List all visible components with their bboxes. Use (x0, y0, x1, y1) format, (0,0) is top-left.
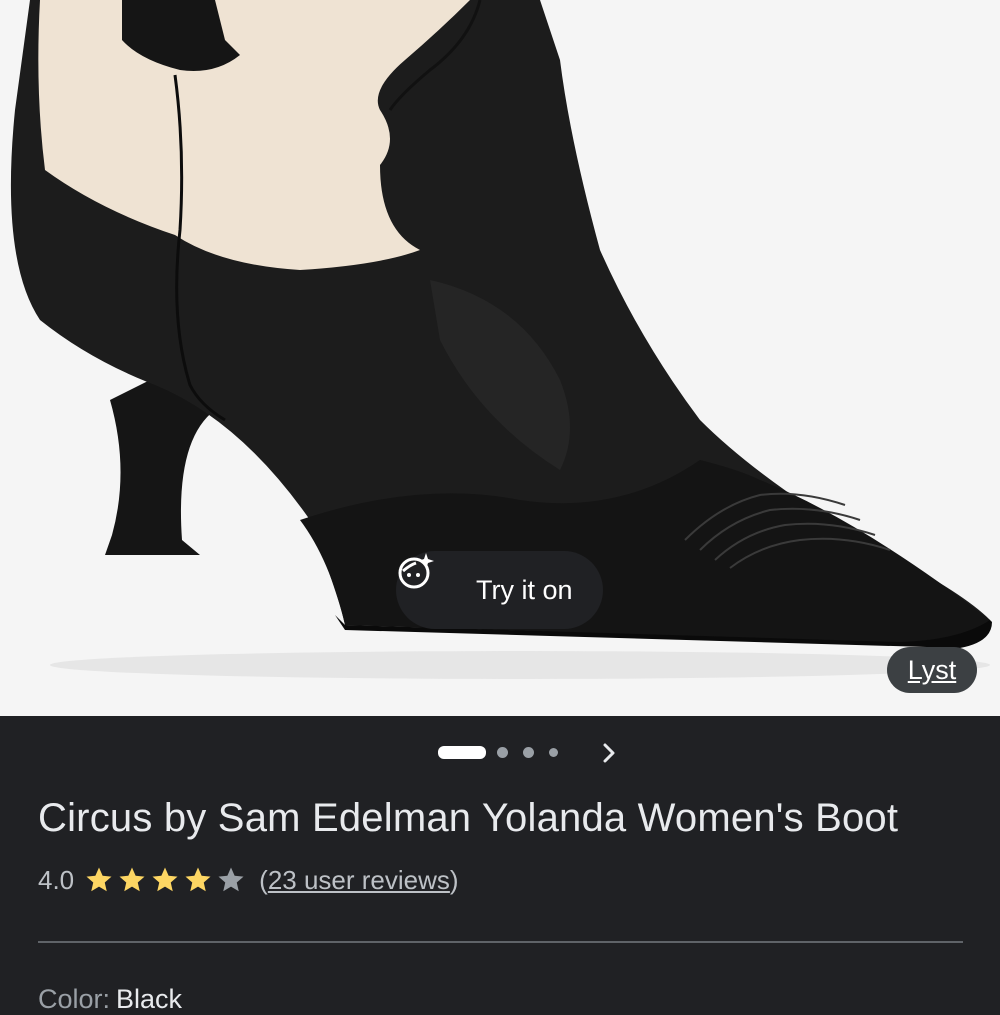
pager-dot[interactable] (549, 748, 558, 757)
color-label: Color: (38, 984, 111, 1014)
product-title: Circus by Sam Edelman Yolanda Women's Bo… (38, 796, 899, 840)
star-icon (185, 867, 211, 892)
pager-dot[interactable] (523, 747, 534, 758)
carousel-pager (0, 741, 1000, 765)
star-rating (84, 865, 249, 895)
star-icon (152, 867, 178, 892)
divider (38, 941, 963, 943)
pager-dot-active[interactable] (438, 746, 486, 759)
rating-row: 4.0 (23 user reviews) (38, 862, 459, 898)
rating-value: 4.0 (38, 864, 75, 895)
star-icon (119, 867, 145, 892)
reviews-close-paren: ) (449, 864, 459, 895)
user-reviews-link[interactable]: 23 user reviews (268, 865, 450, 896)
reviews-open-paren: ( (259, 864, 268, 895)
product-image[interactable]: Try it on Lyst (0, 0, 1000, 716)
star-icon (86, 867, 112, 892)
try-it-on-button[interactable]: Try it on (396, 551, 603, 629)
star-empty-icon (218, 867, 244, 892)
try-it-on-label: Try it on (476, 574, 573, 605)
face-sparkle-icon (398, 553, 464, 610)
color-value: Black (116, 984, 183, 1014)
source-link-lyst[interactable]: Lyst (887, 647, 977, 693)
chevron-right-icon[interactable] (598, 741, 620, 765)
pager-dot[interactable] (497, 747, 508, 758)
